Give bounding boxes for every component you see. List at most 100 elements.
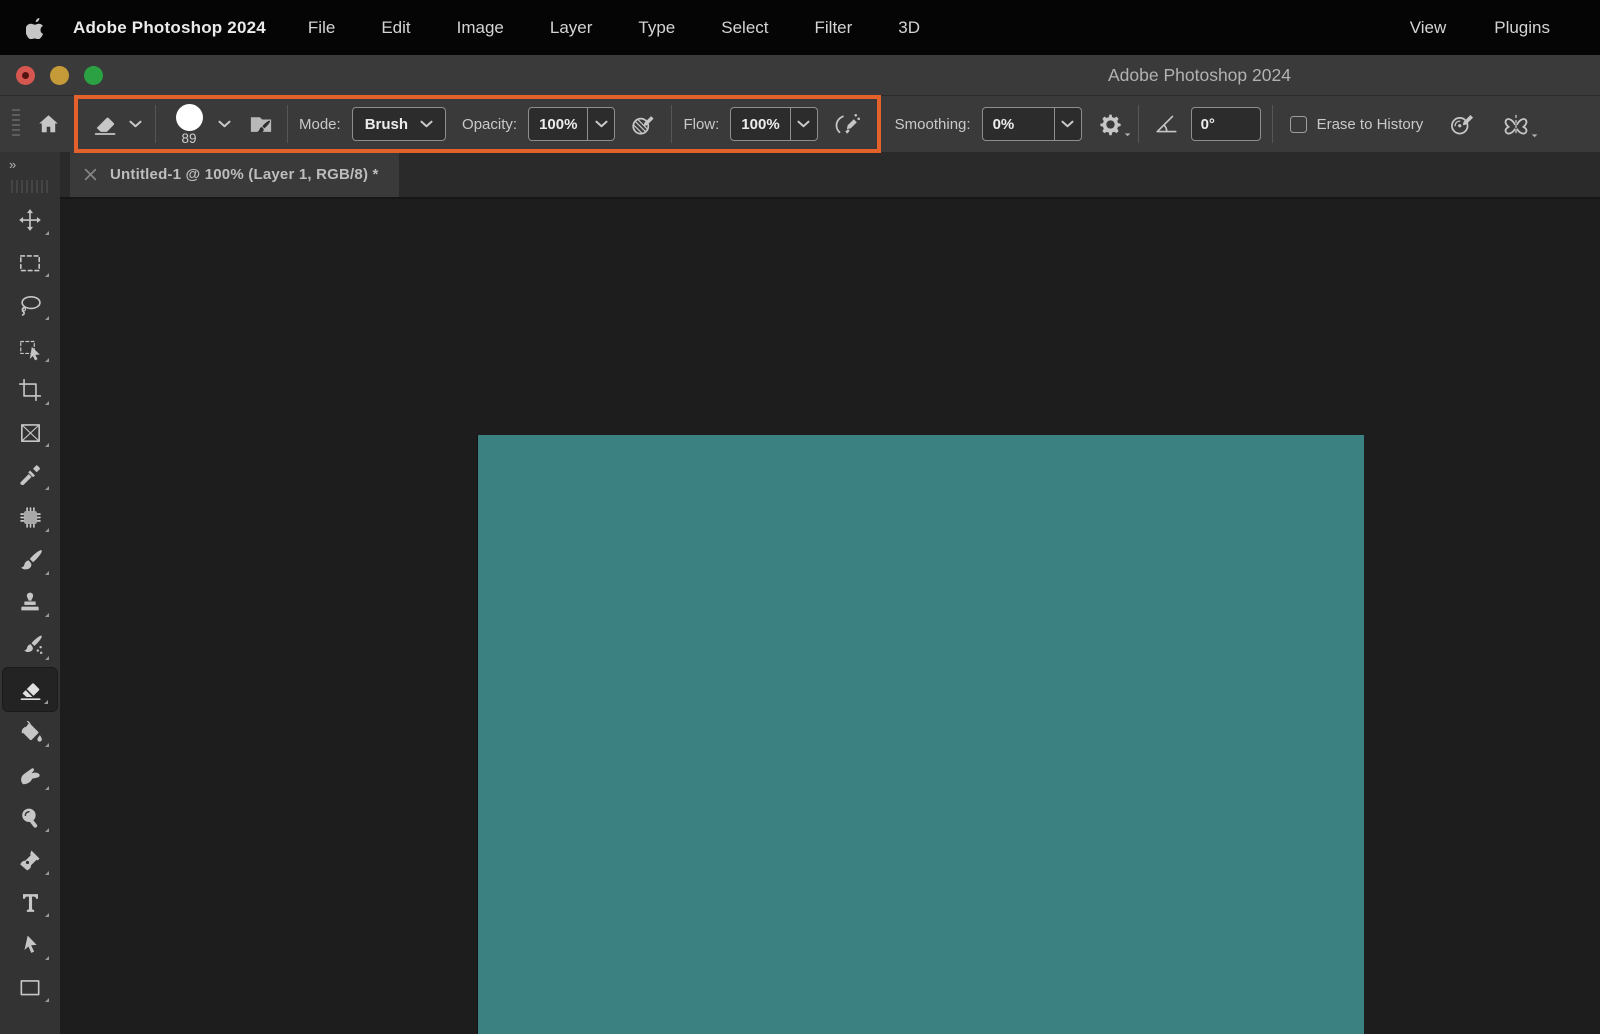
history-brush-icon xyxy=(17,632,44,659)
rectangle-shape-icon xyxy=(17,975,43,1001)
tool-path-selection[interactable] xyxy=(2,924,58,967)
menu-3d[interactable]: 3D xyxy=(898,18,920,38)
divider xyxy=(287,105,288,143)
opacity-label: Opacity: xyxy=(462,116,517,133)
airbrush-button[interactable] xyxy=(832,110,862,138)
angle-value: 0° xyxy=(1201,116,1215,133)
menu-file[interactable]: File xyxy=(308,18,335,38)
tool-crop[interactable] xyxy=(2,369,58,412)
brush-panel-icon xyxy=(246,111,276,138)
options-bar-grip[interactable] xyxy=(12,109,20,139)
object-selection-icon xyxy=(17,335,44,361)
apple-logo-icon[interactable] xyxy=(26,17,45,39)
document-area: Untitled-1 @ 100% (Layer 1, RGB/8) * xyxy=(60,152,1600,1034)
tab-close-icon[interactable] xyxy=(84,168,97,181)
toolbar-grip[interactable] xyxy=(11,180,49,193)
path-selection-arrow-icon xyxy=(18,932,43,958)
home-button[interactable] xyxy=(26,102,70,146)
pressure-size-icon xyxy=(1447,110,1476,138)
document-tab-bar: Untitled-1 @ 100% (Layer 1, RGB/8) * xyxy=(60,152,1600,197)
tool-move[interactable] xyxy=(2,199,58,242)
workspace: » xyxy=(0,152,1600,1034)
tool-smudge[interactable] xyxy=(2,754,58,797)
erase-to-history-checkbox[interactable] xyxy=(1290,116,1307,133)
smoothing-value: 0% xyxy=(983,108,1035,140)
menu-filter[interactable]: Filter xyxy=(815,18,853,38)
tool-rectangle[interactable] xyxy=(2,967,58,1010)
tool-history-brush[interactable] xyxy=(2,624,58,667)
menu-plugins[interactable]: Plugins xyxy=(1494,18,1550,38)
tool-options-highlight: 89 Mode: Brush Opacity: 100% xyxy=(74,95,881,153)
window-controls xyxy=(16,66,103,85)
airbrush-icon xyxy=(832,110,862,138)
frame-icon xyxy=(17,420,44,446)
angle-input[interactable]: 0° xyxy=(1191,107,1261,141)
erase-to-history-label: Erase to History xyxy=(1317,116,1424,133)
menu-select[interactable]: Select xyxy=(721,18,768,38)
tool-dodge[interactable] xyxy=(2,797,58,840)
close-window-button[interactable] xyxy=(16,66,35,85)
zoom-window-button[interactable] xyxy=(84,66,103,85)
tool-object-selection[interactable] xyxy=(2,327,58,370)
tool-eraser[interactable] xyxy=(2,667,58,712)
lasso-icon xyxy=(17,292,44,318)
minimize-window-button[interactable] xyxy=(50,66,69,85)
menu-image[interactable]: Image xyxy=(457,18,504,38)
brush-size-preview[interactable]: 89 xyxy=(169,104,209,145)
flow-value: 100% xyxy=(731,108,789,140)
chevron-down-icon xyxy=(595,120,608,128)
mode-dropdown[interactable]: Brush xyxy=(352,107,446,141)
tool-marquee[interactable] xyxy=(2,242,58,285)
clone-stamp-icon xyxy=(17,590,43,616)
menu-type[interactable]: Type xyxy=(638,18,675,38)
tool-clone-stamp[interactable] xyxy=(2,582,58,625)
chevron-down-icon xyxy=(1061,120,1074,128)
gear-icon xyxy=(1097,111,1124,138)
marquee-icon xyxy=(17,250,43,276)
mode-label: Mode: xyxy=(299,116,341,133)
brush-settings-panel-button[interactable] xyxy=(246,111,276,138)
document-tab[interactable]: Untitled-1 @ 100% (Layer 1, RGB/8) * xyxy=(70,152,399,197)
tool-frame[interactable] xyxy=(2,412,58,455)
menu-layer[interactable]: Layer xyxy=(550,18,593,38)
paint-bucket-icon xyxy=(17,719,44,746)
pressure-size-button[interactable] xyxy=(1447,110,1476,138)
divider xyxy=(155,105,156,143)
toolbar-expand-button[interactable]: » xyxy=(0,152,60,176)
smoothing-dropdown[interactable]: 0% xyxy=(982,107,1082,141)
move-icon xyxy=(17,207,43,233)
tool-type[interactable] xyxy=(2,882,58,925)
opacity-value: 100% xyxy=(529,108,587,140)
tool-eyedropper[interactable] xyxy=(2,454,58,497)
smoothing-options-button[interactable] xyxy=(1097,111,1124,138)
flow-label: Flow: xyxy=(683,116,719,133)
divider xyxy=(1272,105,1273,143)
menu-app-name[interactable]: Adobe Photoshop 2024 xyxy=(73,18,266,38)
smoothing-label: Smoothing: xyxy=(895,116,971,133)
tool-paint-bucket[interactable] xyxy=(2,712,58,755)
tool-brush[interactable] xyxy=(2,539,58,582)
menu-edit[interactable]: Edit xyxy=(381,18,410,38)
chevron-down-icon xyxy=(420,120,433,128)
tool-preset-picker[interactable] xyxy=(88,110,144,138)
pressure-opacity-icon xyxy=(629,111,657,138)
tool-lasso[interactable] xyxy=(2,284,58,327)
brush-angle-icon xyxy=(1153,111,1180,137)
menu-view[interactable]: View xyxy=(1410,18,1447,38)
chevron-down-icon[interactable] xyxy=(218,120,231,128)
brush-icon xyxy=(17,547,43,573)
opacity-dropdown[interactable]: 100% xyxy=(528,107,615,141)
brush-size-value: 89 xyxy=(181,132,196,145)
tool-healing[interactable] xyxy=(2,497,58,540)
home-icon xyxy=(36,112,61,136)
butterfly-symmetry-icon xyxy=(1501,110,1531,139)
crop-icon xyxy=(17,377,43,403)
canvas-artwork[interactable] xyxy=(478,435,1364,1034)
flow-dropdown[interactable]: 100% xyxy=(730,107,817,141)
paint-symmetry-button[interactable] xyxy=(1501,110,1531,139)
canvas-area[interactable] xyxy=(60,197,1600,1034)
tool-pen[interactable] xyxy=(2,839,58,882)
smudge-finger-icon xyxy=(17,762,44,789)
tool-options-bar: 89 Mode: Brush Opacity: 100% xyxy=(0,95,1600,152)
pressure-opacity-button[interactable] xyxy=(629,111,657,138)
